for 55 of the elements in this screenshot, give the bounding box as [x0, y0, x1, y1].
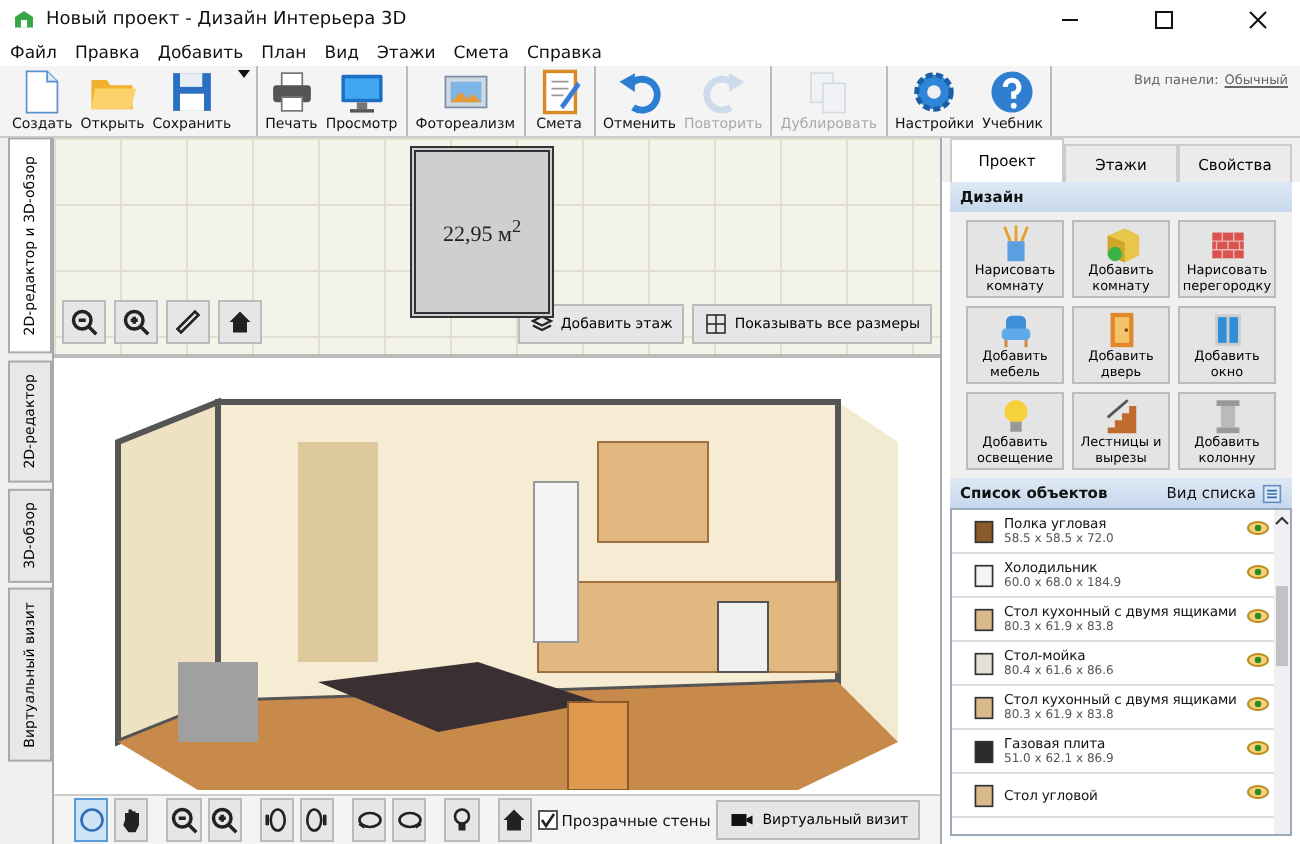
orbit-left-icon [355, 806, 384, 834]
checkbox[interactable] [537, 810, 558, 830]
room-area-label: 22,95 м$^{2}$ [442, 216, 522, 248]
rotate-right-icon [302, 806, 331, 834]
cabinet-icon [972, 737, 996, 765]
scrollbar-thumb[interactable] [1276, 586, 1288, 666]
checkmark-icon [539, 812, 556, 828]
zoom-in-icon [210, 806, 239, 834]
menu-item[interactable]: Добавить [157, 43, 244, 63]
menu-item[interactable]: План [261, 43, 307, 63]
menu-item[interactable]: Вид [324, 43, 359, 63]
light-bulb-button[interactable] [444, 798, 480, 842]
rotate-left-icon [262, 806, 291, 834]
layers-icon [530, 312, 555, 336]
cabinet-icon [972, 605, 996, 633]
menu-item[interactable]: Справка [527, 43, 602, 63]
video-camera-icon [728, 808, 757, 832]
menu-item[interactable]: Файл [10, 43, 57, 63]
orbit-right-button[interactable] [392, 798, 427, 842]
zoom-in-icon [122, 308, 150, 336]
undo-icon [615, 68, 664, 116]
cabinet-icon [972, 781, 996, 809]
rotate-left-button[interactable] [259, 798, 294, 842]
orbit-left-button[interactable] [352, 798, 387, 842]
hand-button[interactable] [114, 798, 149, 842]
menu-item[interactable]: Правка [74, 43, 140, 63]
cabinet-icon [972, 561, 996, 589]
zoom-out-icon [169, 806, 198, 834]
app-logo-icon [12, 8, 36, 32]
cabinet-icon [972, 517, 996, 545]
close-icon [1248, 10, 1268, 30]
zoom-out-button[interactable] [166, 798, 201, 842]
ruler-button[interactable] [166, 300, 210, 344]
maximize-icon [1154, 10, 1174, 30]
zoom-in-button[interactable] [207, 798, 242, 842]
home-icon [500, 806, 529, 834]
menu-item[interactable]: Смета [453, 43, 509, 63]
window-title: Новый проект - Дизайн Интерьера 3D [46, 10, 409, 30]
home-button[interactable] [497, 798, 532, 842]
orbit-right-icon [395, 806, 424, 834]
cabinet-icon [972, 693, 996, 721]
scroll-up-icon [1274, 514, 1290, 526]
zoom-in-button[interactable] [114, 300, 158, 344]
home-button[interactable] [218, 300, 262, 344]
stairs-icon [1101, 396, 1141, 437]
redo-icon [699, 68, 748, 116]
list-view-icon [1262, 483, 1282, 503]
grid-icon [704, 312, 729, 336]
menu-item[interactable]: Этажи [376, 43, 436, 63]
zoom-out-icon [70, 308, 98, 336]
zoom-out-button[interactable] [62, 300, 106, 344]
cabinet-icon [972, 649, 996, 677]
rotate-right-button[interactable] [299, 798, 334, 842]
home-icon [226, 308, 254, 336]
ruler-icon [174, 308, 202, 336]
